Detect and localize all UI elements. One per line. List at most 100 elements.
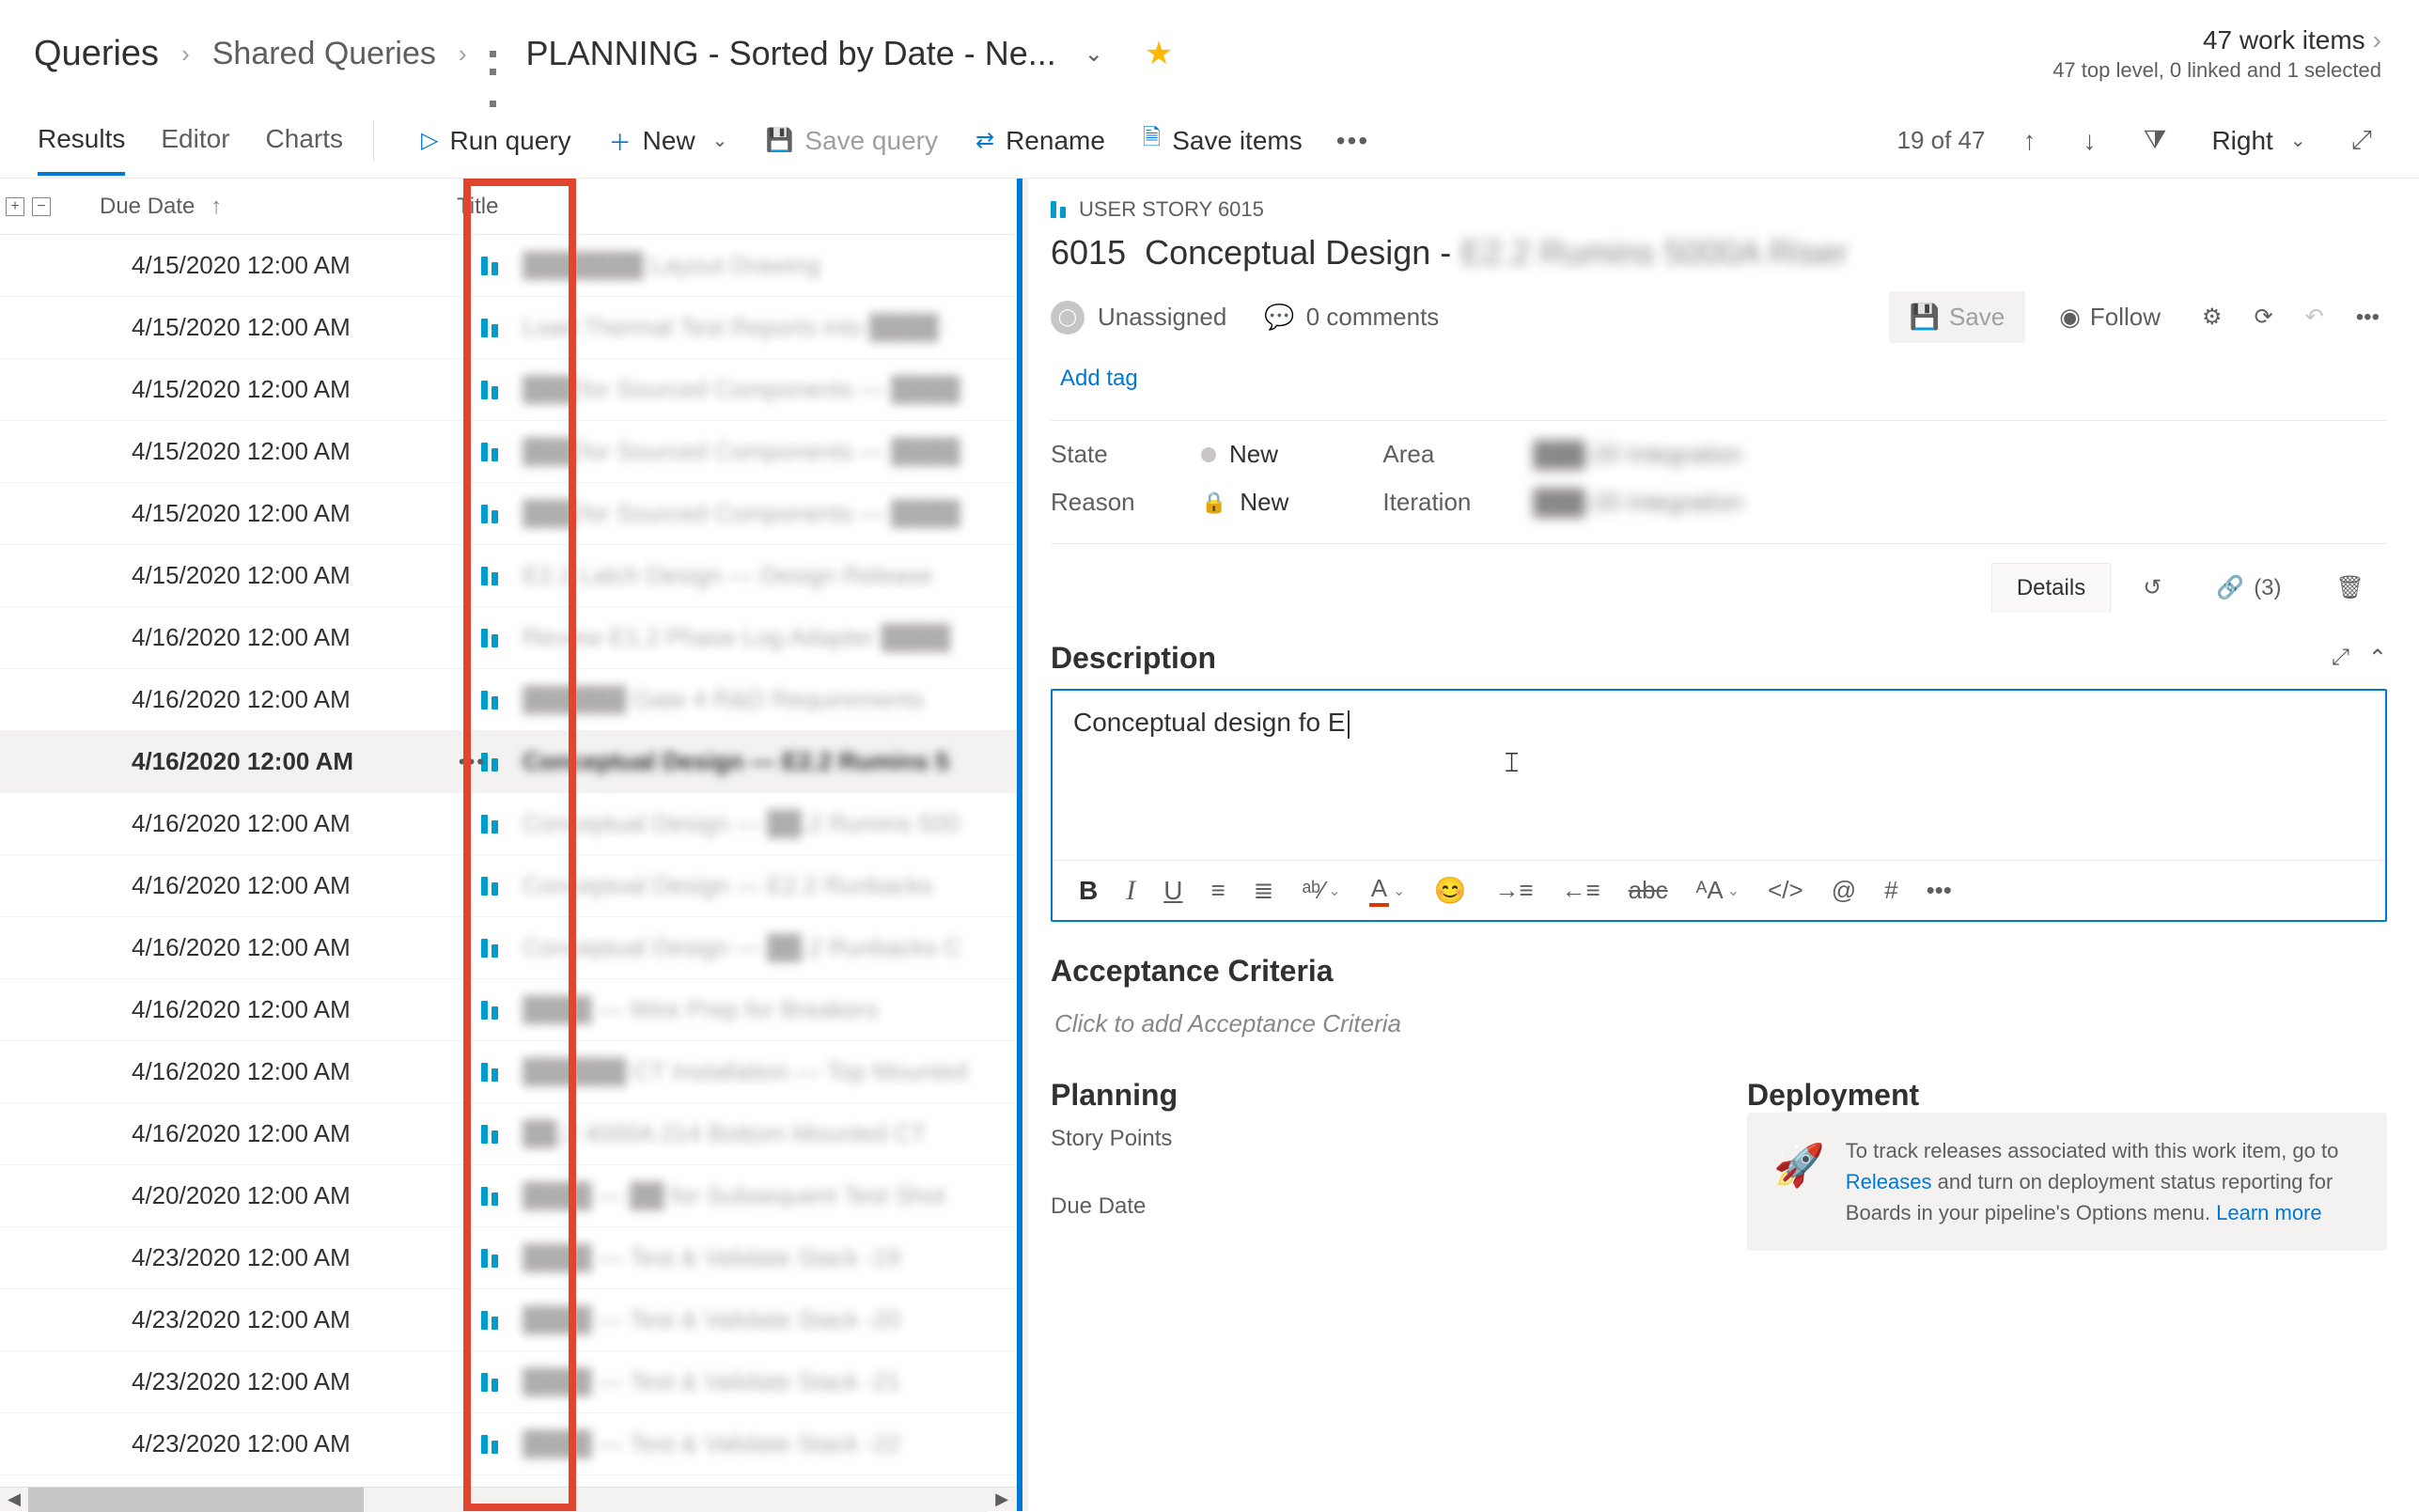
tab-editor[interactable]: Editor [161, 107, 229, 175]
prev-item-button[interactable]: ↑ [2013, 120, 2045, 162]
outdent-button[interactable]: ←≡ [1561, 876, 1600, 905]
tab-links[interactable]: 🔗(3) [2193, 563, 2303, 613]
refresh-icon[interactable]: ⟳ [2247, 296, 2281, 338]
table-row[interactable]: 4/23/2020 12:00 AM████ — Test & Validate… [0, 1351, 1016, 1413]
table-row[interactable]: 4/15/2020 12:00 AM███ for Sourced Compon… [0, 421, 1016, 483]
cell-title[interactable]: Review E1.2 Phase Log Adapter ████ [523, 623, 1016, 652]
more-actions-button[interactable]: ••• [2349, 297, 2387, 338]
follow-button[interactable]: ◉ Follow [2042, 293, 2177, 341]
layout-selector[interactable]: Right ⌄ [2204, 122, 2313, 160]
table-row[interactable]: 4/15/2020 12:00 AM███ for Sourced Compon… [0, 359, 1016, 421]
expand-collapse-controls[interactable]: + − [0, 197, 53, 216]
cell-title[interactable]: ███ for Sourced Components — ████ [523, 437, 1016, 466]
table-row[interactable]: 4/15/2020 12:00 AME2.2 Latch Design — De… [0, 545, 1016, 607]
settings-icon[interactable]: ⚙ [2194, 296, 2230, 338]
horizontal-scrollbar[interactable]: ◀ ▶ [0, 1487, 1016, 1511]
expand-all-icon[interactable]: + [6, 197, 24, 216]
state-value[interactable]: New [1201, 440, 1278, 469]
story-points-label[interactable]: Story Points [1051, 1126, 1691, 1152]
cell-title[interactable]: ████ — ██ for Subsequent Test Shot [523, 1181, 1016, 1210]
toolbar-more-button[interactable]: ••• [1927, 876, 1952, 905]
area-value[interactable]: ███-20 Integration [1533, 440, 1742, 469]
underline-button[interactable]: U [1163, 876, 1182, 906]
cell-title[interactable]: ███ for Sourced Components — ████ [523, 499, 1016, 528]
hashtag-button[interactable]: # [1884, 876, 1897, 905]
collapse-section-icon[interactable]: ⌃ [2368, 645, 2387, 672]
releases-link[interactable]: Releases [1846, 1170, 1932, 1193]
new-button[interactable]: ＋ New ⌄ [592, 115, 745, 166]
add-tag-button[interactable]: Add tag [1051, 360, 1147, 397]
cell-title[interactable]: E2.2 Latch Design — Design Release [523, 561, 1016, 590]
table-row[interactable]: 4/23/2020 12:00 AM████ — Test & Validate… [0, 1289, 1016, 1351]
breadcrumb-root[interactable]: Queries [34, 34, 159, 74]
chevron-right-icon[interactable]: › [2373, 25, 2381, 55]
cell-title[interactable]: ██.2 4000A 214 Bottom Mounted CT [523, 1119, 1016, 1148]
table-row[interactable]: 4/16/2020 12:00 AMConceptual Design — ██… [0, 793, 1016, 855]
cell-title[interactable]: ███ for Sourced Components — ████ [523, 375, 1016, 404]
cell-title[interactable]: Load Thermal Test Reports into ████ [523, 313, 1016, 342]
table-row[interactable]: 4/16/2020 12:00 AMReview E1.2 Phase Log … [0, 607, 1016, 669]
breadcrumb-folder[interactable]: Shared Queries [212, 36, 436, 72]
cell-title[interactable]: ████ — Wire Prep for Breakers [523, 995, 1016, 1024]
table-row[interactable]: 4/15/2020 12:00 AMLoad Thermal Test Repo… [0, 297, 1016, 359]
toolbar-more-button[interactable]: ••• [1323, 117, 1382, 165]
description-text[interactable]: Conceptual design fo E [1073, 708, 1346, 737]
mention-button[interactable]: @ [1832, 876, 1856, 905]
tab-history[interactable]: ↺ [2120, 563, 2184, 613]
cell-title[interactable]: Conceptual Design — ██.2 Rumins 500 [523, 809, 1016, 838]
indent-button[interactable]: →≡ [1494, 876, 1533, 905]
learn-more-link[interactable]: Learn more [2216, 1201, 2322, 1224]
tab-results[interactable]: Results [38, 107, 125, 175]
cell-title[interactable]: Conceptual Design — ██.2 Runbacks C [523, 933, 1016, 962]
collapse-all-icon[interactable]: − [32, 197, 51, 216]
table-row[interactable]: 4/15/2020 12:00 AM███ for Sourced Compon… [0, 483, 1016, 545]
breadcrumb-dropdown[interactable]: ⌄ [1085, 40, 1103, 68]
cell-title[interactable]: ██████ Gate 4 R&D Requirements [523, 685, 1016, 714]
tab-details[interactable]: Details [1991, 563, 2111, 613]
table-row[interactable]: 4/15/2020 12:00 AM███████ Layout Drawing [0, 235, 1016, 297]
description-editor[interactable]: Conceptual design fo E 𝙸 B I U ≡ ≣ ᵃᵇ⁄ ⌄… [1051, 689, 2387, 922]
row-more-button[interactable]: ••• [459, 750, 486, 774]
table-row[interactable]: 4/16/2020 12:00 AMConceptual Design — E2… [0, 855, 1016, 917]
clear-format-button[interactable]: ᵃᵇ⁄ ⌄ [1302, 876, 1340, 905]
emoji-button[interactable]: 😊 [1433, 875, 1466, 906]
code-button[interactable]: </> [1768, 876, 1803, 905]
work-item-title[interactable]: 6015 Conceptual Design - E2.2 Rumins 500… [1051, 233, 2387, 273]
assignee-picker[interactable]: ◯ Unassigned [1051, 301, 1226, 335]
reason-value[interactable]: 🔒New [1201, 488, 1288, 517]
fullscreen-button[interactable]: ⤢ [2342, 119, 2381, 162]
table-row[interactable]: 4/16/2020 12:00 AMConceptual Design — E2… [0, 731, 1016, 793]
italic-button[interactable]: I [1126, 875, 1135, 907]
cell-title[interactable]: Conceptual Design — E2.2 Rumins 5 [523, 747, 1016, 776]
table-row[interactable]: 4/16/2020 12:00 AM██████ Gate 4 R&D Requ… [0, 669, 1016, 731]
table-row[interactable]: 4/16/2020 12:00 AM██████ CT Installation… [0, 1041, 1016, 1103]
rename-button[interactable]: ⇄ Rename [959, 117, 1122, 165]
column-due-date[interactable]: Due Date ↑ [53, 194, 457, 220]
cell-title[interactable]: ████ — Test & Validate Stack -20 [523, 1305, 1016, 1334]
cell-title[interactable]: ████ — Test & Validate Stack -19 [523, 1243, 1016, 1272]
column-title[interactable]: Title [457, 194, 1016, 220]
table-row[interactable]: 4/23/2020 12:00 AM████ — Test & Validate… [0, 1227, 1016, 1289]
strikethrough-button[interactable]: abc [1629, 876, 1668, 905]
due-date-label[interactable]: Due Date [1051, 1193, 1691, 1220]
font-color-button[interactable]: A ⌄ [1369, 874, 1406, 907]
save-items-button[interactable]: 🗎 Save items [1126, 112, 1319, 169]
bullet-list-button[interactable]: ≡ [1210, 876, 1225, 905]
table-row[interactable]: 4/23/2020 12:00 AM████ — Test & Validate… [0, 1413, 1016, 1475]
table-row[interactable]: 4/16/2020 12:00 AMConceptual Design — ██… [0, 917, 1016, 979]
expand-section-icon[interactable]: ⤢ [2332, 645, 2349, 672]
run-query-button[interactable]: ▷ Run query [404, 117, 588, 165]
filter-button[interactable]: ⧩ [2133, 119, 2176, 162]
cell-title[interactable]: ████ — Test & Validate Stack -21 [523, 1367, 1016, 1396]
favorite-star-icon[interactable]: ★ [1145, 35, 1173, 72]
cell-title[interactable]: ██████ CT Installation — Top Mounted [523, 1057, 1016, 1086]
font-size-button[interactable]: ᴬA ⌄ [1696, 876, 1740, 905]
next-item-button[interactable]: ↓ [2073, 120, 2105, 162]
undo-icon[interactable]: ↶ [2298, 296, 2332, 338]
cell-title[interactable]: ████ — Test & Validate Stack -22 [523, 1429, 1016, 1458]
acceptance-placeholder[interactable]: Click to add Acceptance Criteria [1051, 1002, 2387, 1046]
breadcrumb-query[interactable]: PLANNING - Sorted by Date - Ne... [526, 34, 1056, 73]
iteration-value[interactable]: ███-20 Integration [1533, 488, 1742, 517]
cell-title[interactable]: Conceptual Design — E2.2 Runbacks [523, 871, 1016, 900]
table-row[interactable]: 4/20/2020 12:00 AM████ — ██ for Subseque… [0, 1165, 1016, 1227]
